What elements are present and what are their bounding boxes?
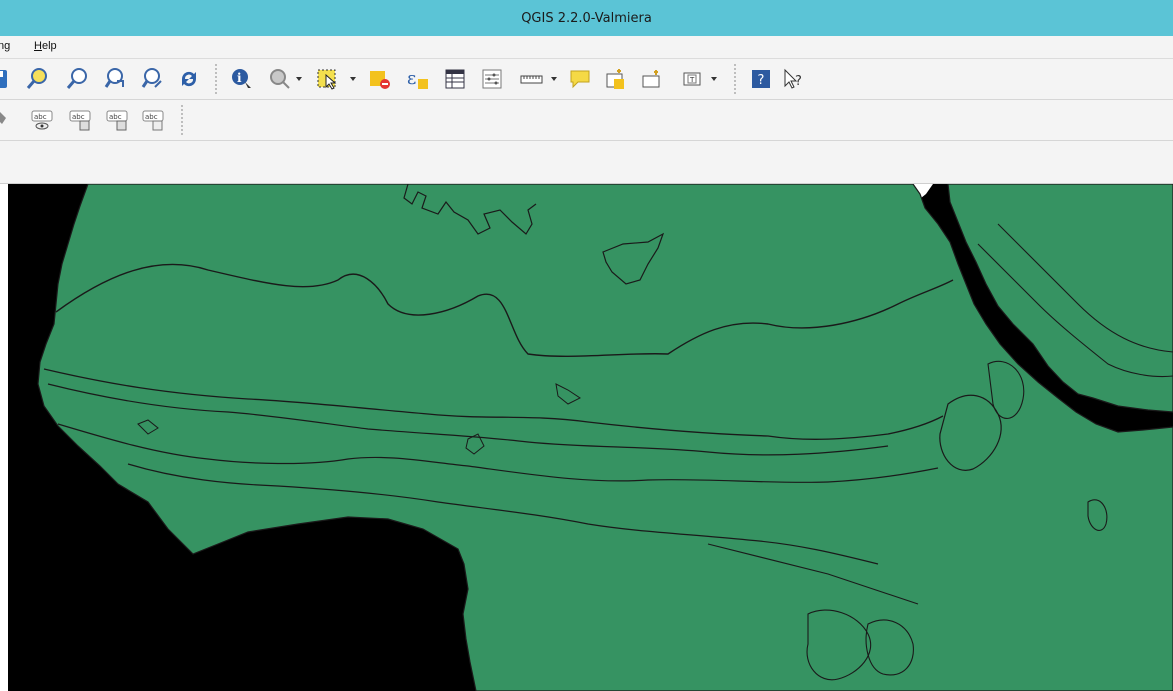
zoom-selection-icon[interactable] [141, 67, 165, 91]
label-toolbar: abc abc abc abc [0, 100, 1173, 141]
map-canvas[interactable] [8, 184, 1173, 691]
chevron-down-icon[interactable] [350, 77, 356, 81]
svg-text:?: ? [795, 74, 802, 89]
svg-text:ε: ε [407, 68, 416, 89]
zoom-last-icon[interactable] [66, 67, 90, 91]
map-tips-icon[interactable] [268, 67, 292, 91]
chevron-down-icon[interactable] [711, 77, 717, 81]
show-bookmarks-icon[interactable] [640, 67, 664, 91]
show-hide-labels-icon[interactable]: abc [30, 108, 54, 132]
svg-text:T: T [689, 76, 695, 84]
measure-icon[interactable] [520, 67, 544, 91]
annotation-icon[interactable] [568, 67, 592, 91]
attribute-table-icon[interactable] [443, 67, 467, 91]
save-icon[interactable] [0, 67, 10, 91]
menu-item-label: elp [41, 40, 57, 52]
svg-text:abc: abc [34, 113, 47, 121]
africa-map [37, 184, 1173, 691]
window-title: QGIS 2.2.0-Valmiera [521, 10, 652, 26]
select-features-icon[interactable] [316, 67, 340, 91]
toolbar-separator [214, 63, 218, 95]
expression-select-icon[interactable]: ε [406, 67, 430, 91]
change-label-icon[interactable]: abc [141, 108, 165, 132]
menu-item-mnemonic: H [34, 40, 42, 52]
text-annotation-icon[interactable]: T [680, 67, 704, 91]
map-navigation-toolbar: i ε T ? ? [0, 59, 1173, 100]
whats-this-icon[interactable]: ? [782, 67, 806, 91]
menu-item-label: ng [0, 40, 11, 52]
zoom-next-icon[interactable] [104, 67, 128, 91]
svg-text:i: i [237, 71, 242, 85]
menu-bar: ng Help [0, 36, 1173, 59]
chevron-down-icon[interactable] [551, 77, 557, 81]
title-bar: QGIS 2.2.0-Valmiera [0, 0, 1173, 36]
move-label-icon[interactable]: abc [68, 108, 92, 132]
new-bookmark-icon[interactable] [604, 67, 628, 91]
pin-labels-icon[interactable] [0, 108, 14, 132]
svg-text:abc: abc [145, 113, 158, 121]
help-icon[interactable]: ? [749, 67, 773, 91]
toolbar-separator [180, 104, 184, 136]
menu-item-help[interactable]: Help [34, 40, 57, 52]
zoom-to-layer-icon[interactable] [26, 67, 50, 91]
menu-item-processing[interactable]: ng [0, 40, 10, 52]
toolbar-separator [733, 63, 737, 95]
svg-text:abc: abc [109, 113, 122, 121]
empty-toolbar-row [0, 141, 1173, 184]
deselect-icon[interactable] [368, 67, 392, 91]
statistics-icon[interactable] [480, 67, 504, 91]
svg-text:?: ? [758, 73, 765, 88]
chevron-down-icon[interactable] [296, 77, 302, 81]
refresh-icon[interactable] [177, 67, 201, 91]
svg-text:abc: abc [72, 113, 85, 121]
rotate-label-icon[interactable]: abc [105, 108, 129, 132]
identify-icon[interactable]: i [230, 67, 254, 91]
